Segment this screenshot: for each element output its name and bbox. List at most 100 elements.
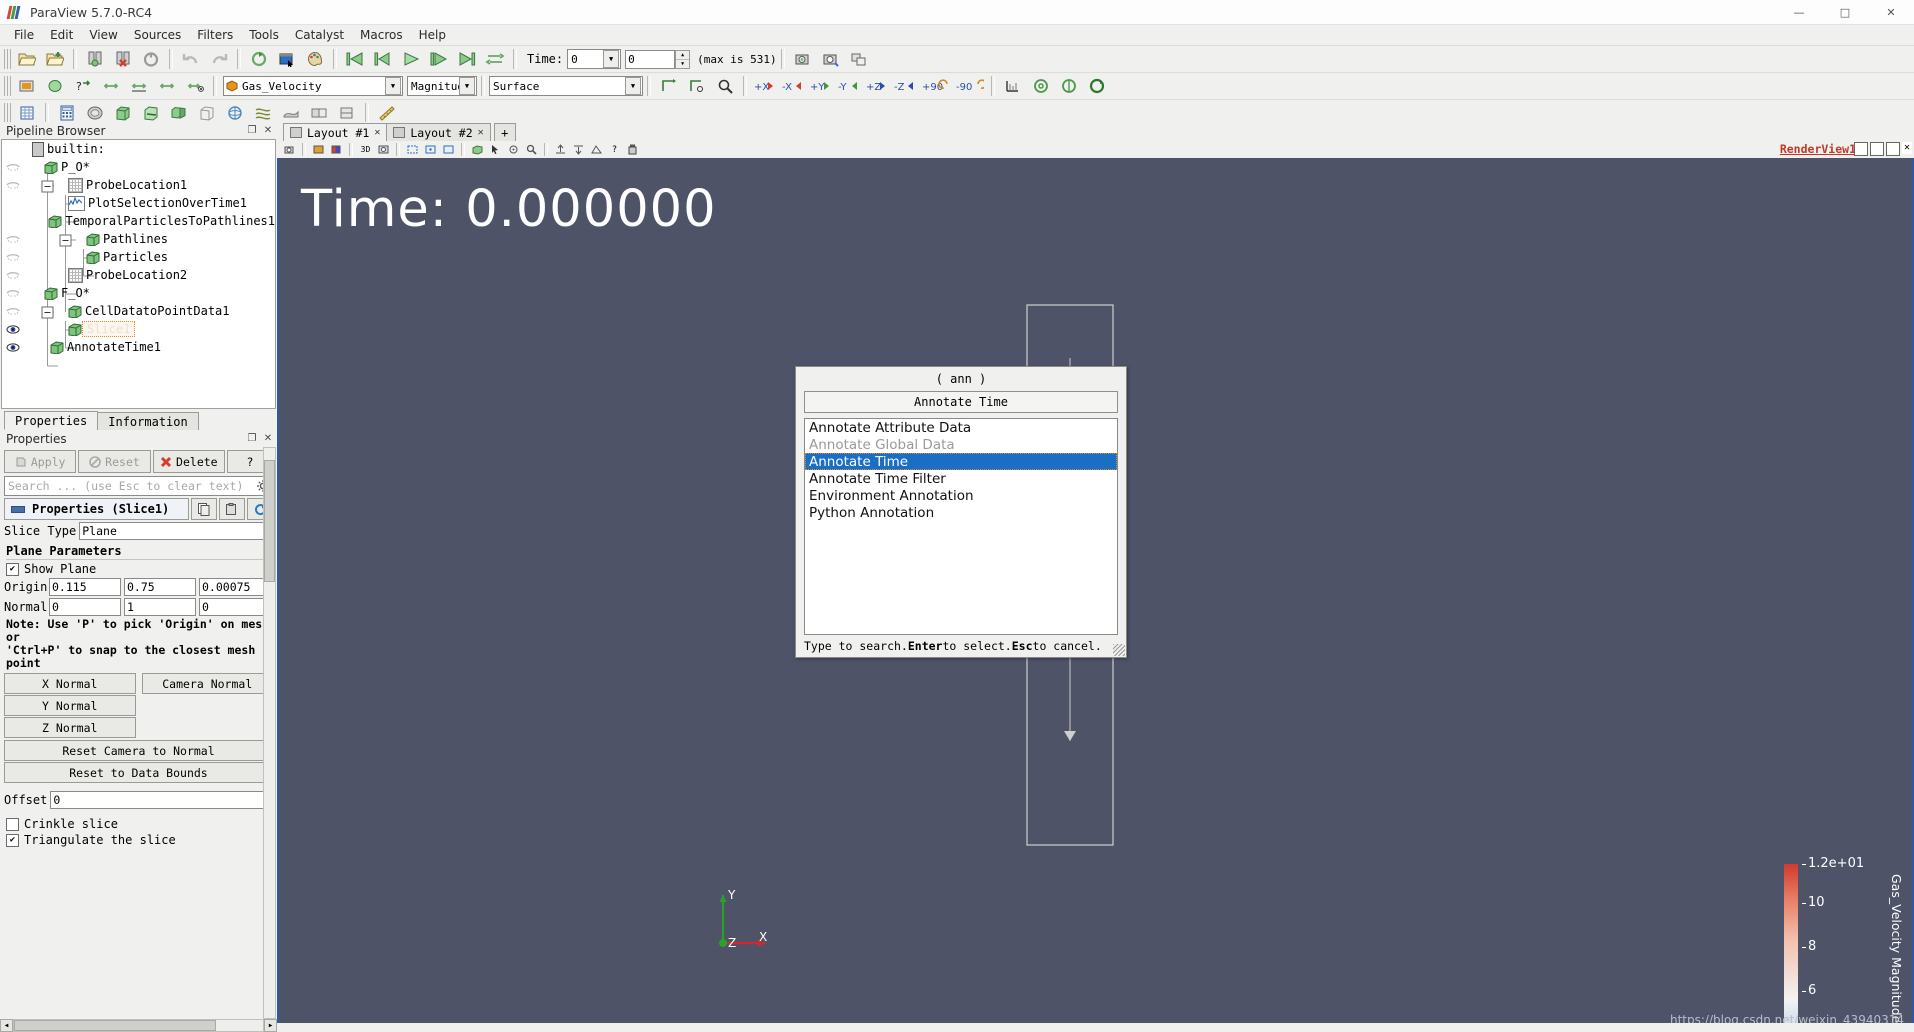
normal-z-input[interactable]: 0 bbox=[199, 598, 271, 616]
time-value-combo[interactable]: 0 ▼ bbox=[567, 49, 622, 69]
pipeline-item-plotselectionovertime1[interactable]: PlotSelectionOverTime1 bbox=[2, 194, 275, 212]
visibility-toggle-icon[interactable] bbox=[2, 162, 24, 172]
apply-button[interactable]: Apply bbox=[4, 450, 77, 473]
undo-icon[interactable] bbox=[178, 47, 204, 71]
pick-center-icon[interactable] bbox=[712, 74, 738, 98]
add-layout-button[interactable]: + bbox=[493, 123, 516, 141]
menu-sources[interactable]: Sources bbox=[126, 27, 189, 43]
select-points-on-icon[interactable] bbox=[422, 141, 439, 158]
menu-catalyst[interactable]: Catalyst bbox=[287, 27, 352, 43]
reset-button[interactable]: Reset bbox=[78, 450, 151, 473]
edit-color-map-icon[interactable] bbox=[14, 74, 40, 98]
pipeline-item-slice1[interactable]: Slice1 bbox=[2, 320, 275, 338]
disconnect-server-icon[interactable] bbox=[110, 47, 136, 71]
toggle-color-legend-icon[interactable] bbox=[182, 74, 208, 98]
resize-grip-icon[interactable] bbox=[1113, 644, 1125, 656]
loop-button[interactable] bbox=[482, 47, 508, 71]
hover-points-icon[interactable] bbox=[505, 141, 522, 158]
menu-edit[interactable]: Edit bbox=[42, 27, 81, 43]
rotate-plus-90-button[interactable]: +90 bbox=[920, 74, 952, 98]
visibility-toggle-icon[interactable] bbox=[2, 270, 24, 280]
camera-minus-x-button[interactable]: -X bbox=[780, 74, 806, 98]
z-normal-button[interactable]: Z Normal bbox=[4, 717, 136, 738]
triangulate-slice-row[interactable]: ✔ Triangulate the slice bbox=[6, 833, 273, 847]
extract-selection-icon[interactable] bbox=[246, 47, 272, 71]
reset-session-icon[interactable] bbox=[138, 47, 164, 71]
camera-minus-z-button[interactable]: -Z bbox=[892, 74, 918, 98]
redo-icon[interactable] bbox=[206, 47, 232, 71]
interactive-2d-icon[interactable] bbox=[1028, 74, 1054, 98]
triangulate-slice-checkbox[interactable]: ✔ bbox=[6, 833, 19, 847]
visibility-toggle-icon[interactable] bbox=[2, 234, 24, 244]
paste-properties-button[interactable] bbox=[219, 498, 245, 520]
y-normal-button[interactable]: Y Normal bbox=[4, 695, 136, 716]
split-vertical-icon[interactable] bbox=[1870, 142, 1884, 156]
menu-view[interactable]: View bbox=[81, 27, 125, 43]
close-icon[interactable]: ✕ bbox=[478, 127, 484, 138]
rescale-to-data-icon[interactable] bbox=[42, 74, 68, 98]
time-index-input[interactable]: 0 bbox=[625, 49, 676, 69]
previous-frame-button[interactable] bbox=[370, 47, 396, 71]
camera-plus-y-button[interactable]: +Y bbox=[808, 74, 834, 98]
pipeline-item-temporalparticlestopathlines1[interactable]: TemporalParticlesToPathlines1 bbox=[2, 212, 275, 230]
reset-camera-icon[interactable] bbox=[1084, 74, 1110, 98]
pipeline-item-builtin[interactable]: builtin: bbox=[2, 140, 275, 158]
close-icon[interactable]: ✕ bbox=[374, 127, 380, 138]
normal-y-input[interactable]: 1 bbox=[124, 598, 196, 616]
menu-filters[interactable]: Filters bbox=[189, 27, 241, 43]
expand-selection-icon[interactable] bbox=[552, 141, 569, 158]
reset-camera-to-normal-button[interactable]: Reset Camera to Normal bbox=[4, 740, 273, 761]
open-file-icon[interactable] bbox=[14, 47, 40, 71]
camera-link-icon[interactable] bbox=[846, 47, 872, 71]
delete-button[interactable]: Delete bbox=[152, 450, 225, 473]
camera-minus-y-button[interactable]: -Y bbox=[836, 74, 862, 98]
toolbar-grip[interactable] bbox=[4, 49, 11, 69]
x-normal-button[interactable]: X Normal bbox=[4, 673, 136, 694]
properties-search-input[interactable]: Search ... (use Esc to clear text) bbox=[4, 476, 273, 496]
color-palette-icon[interactable] bbox=[302, 47, 328, 71]
hscroll-right-arrow[interactable]: ▶ bbox=[264, 1018, 277, 1032]
select-cells-through-icon[interactable] bbox=[440, 141, 457, 158]
normal-x-input[interactable]: 0 bbox=[49, 598, 121, 616]
save-screenshot-icon[interactable] bbox=[790, 47, 816, 71]
pipeline-item-f-o[interactable]: F_O* bbox=[2, 284, 275, 302]
rescale-temporal-icon[interactable] bbox=[154, 74, 180, 98]
menu-file[interactable]: File bbox=[6, 27, 42, 43]
hscroll-left-arrow[interactable]: ◀ bbox=[0, 1018, 13, 1032]
connect-server-icon[interactable] bbox=[82, 47, 108, 71]
crinkle-slice-row[interactable]: Crinkle slice bbox=[6, 817, 273, 831]
visibility-toggle-icon[interactable] bbox=[2, 306, 24, 316]
rescale-custom-icon[interactable]: ? bbox=[70, 74, 96, 98]
color-legend[interactable]: 1.2e+01 10 8 6 4 2 2.5e-02 bbox=[1784, 856, 1864, 1029]
scrollbar-thumb[interactable] bbox=[264, 460, 275, 582]
split-horizontal-icon[interactable] bbox=[1854, 142, 1868, 156]
close-panel-icon[interactable]: ✕ bbox=[261, 124, 275, 138]
next-frame-button[interactable] bbox=[426, 47, 452, 71]
rotate-minus-90-button[interactable]: -90 bbox=[954, 74, 986, 98]
origin-z-input[interactable]: 0.00075 bbox=[199, 578, 271, 596]
first-frame-button[interactable] bbox=[342, 47, 368, 71]
spreadsheet-select-icon[interactable] bbox=[274, 47, 300, 71]
origin-x-input[interactable]: 0.115 bbox=[49, 578, 121, 596]
menu-macros[interactable]: Macros bbox=[352, 27, 411, 43]
quick-launch-list[interactable]: Annotate Attribute Data Annotate Global … bbox=[804, 418, 1118, 635]
close-view-icon[interactable]: ✕ bbox=[1902, 142, 1912, 154]
representation-combo[interactable]: Surface ▼ bbox=[489, 76, 643, 96]
copy-properties-button[interactable] bbox=[191, 498, 217, 520]
visibility-toggle-icon[interactable] bbox=[2, 288, 24, 298]
adjust-camera-icon[interactable] bbox=[281, 141, 298, 158]
toggle-3d-button[interactable]: 3D bbox=[357, 141, 374, 158]
quick-launch-item-annotate-time-filter[interactable]: Annotate Time Filter bbox=[805, 470, 1117, 487]
rotate-camera-icon[interactable] bbox=[1056, 74, 1082, 98]
select-custom-icon[interactable] bbox=[588, 141, 605, 158]
show-plane-row[interactable]: ✔ Show Plane bbox=[6, 562, 273, 576]
reset-center-icon[interactable] bbox=[684, 74, 710, 98]
properties-section-header[interactable]: Properties (Slice1) bbox=[4, 498, 189, 520]
float-panel-icon[interactable]: ❐ bbox=[245, 124, 259, 138]
shrink-selection-icon[interactable] bbox=[570, 141, 587, 158]
pipeline-item-p-o[interactable]: P_O* bbox=[2, 158, 275, 176]
reset-to-data-bounds-button[interactable]: Reset to Data Bounds bbox=[4, 762, 273, 783]
maximize-view-icon[interactable] bbox=[1886, 142, 1900, 156]
quick-launch-search-field[interactable]: Annotate Time bbox=[804, 391, 1118, 413]
time-index-stepper[interactable]: ▲ ▼ bbox=[675, 49, 691, 69]
